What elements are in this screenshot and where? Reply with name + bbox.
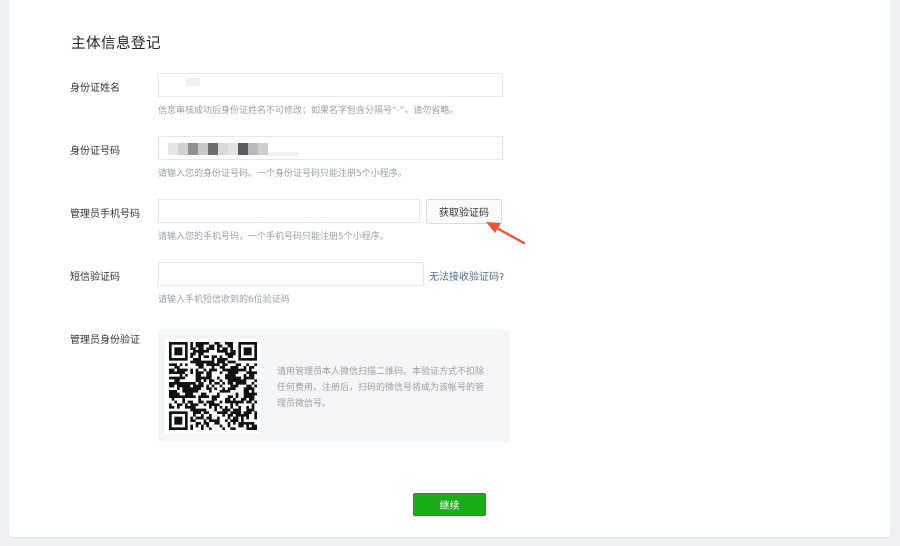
sms-code-input[interactable] — [158, 262, 424, 286]
redacted-name-mask — [186, 78, 200, 86]
cannot-receive-code-link[interactable]: 无法接收验证码? — [429, 268, 504, 283]
sms-code-hint: 请输入手机短信收到的6位验证码 — [158, 295, 290, 305]
page-title: 主体信息登记 — [71, 36, 161, 52]
name-hint: 信息审核成功后身份证姓名不可修改；如果名字包含分隔号“·”，请勿省略。 — [158, 106, 459, 116]
admin-verify-label: 管理员身份验证 — [70, 335, 140, 346]
name-input[interactable] — [158, 73, 503, 97]
phone-hint: 请输入您的手机号码，一个手机号码只能注册5个小程序。 — [158, 232, 389, 242]
continue-button[interactable]: 继续 — [413, 493, 486, 516]
registration-card: 主体信息登记 身份证姓名 信息审核成功后身份证姓名不可修改；如果名字包含分隔号“… — [9, 0, 890, 537]
qr-description: 请用管理员本人微信扫描二维码。本验证方式不扣除任何费用。注册后，扫码的微信号将成… — [277, 367, 485, 409]
phone-input[interactable] — [158, 199, 420, 223]
annotation-arrow-icon — [486, 222, 526, 245]
sms-code-label: 短信验证码 — [70, 272, 120, 283]
id-number-label: 身份证号码 — [70, 146, 120, 157]
qr-code[interactable] — [165, 338, 261, 434]
id-number-input[interactable] — [158, 136, 503, 160]
phone-label: 管理员手机号码 — [70, 209, 140, 220]
qr-code-image — [168, 341, 257, 430]
id-number-hint: 请输入您的身份证号码。一个身份证号码只能注册5个小程序。 — [158, 169, 407, 179]
qr-panel: 请用管理员本人微信扫描二维码。本验证方式不扣除任何费用。注册后，扫码的微信号将成… — [158, 330, 510, 442]
name-label: 身份证姓名 — [70, 83, 120, 94]
